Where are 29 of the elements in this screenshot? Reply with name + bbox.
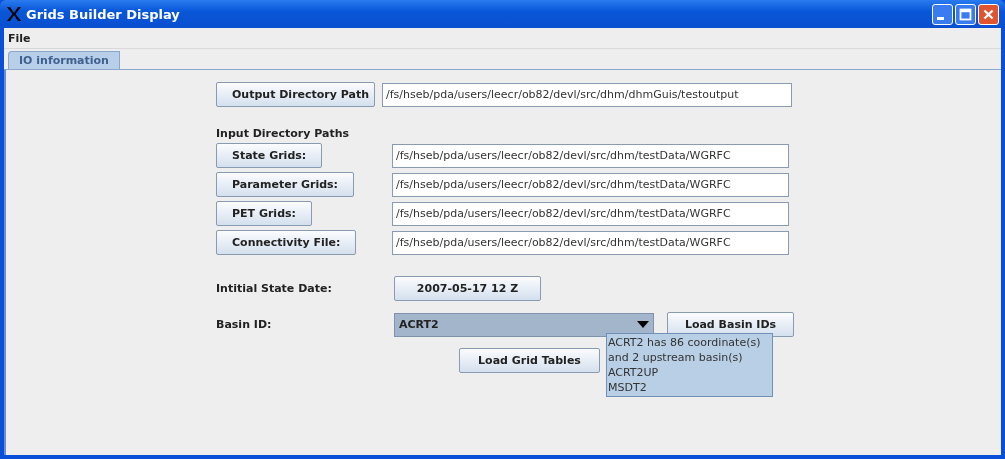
section-heading: Input Directory Paths xyxy=(216,127,351,140)
window-title: Grids Builder Display xyxy=(26,6,181,22)
load-grid-tables-button[interactable]: Load Grid Tables xyxy=(459,348,600,373)
date-button[interactable]: 2007-05-17 12 Z xyxy=(394,276,541,301)
tooltip-line: MSDT2 xyxy=(608,380,648,395)
menu-item[interactable]: File xyxy=(8,31,31,45)
path-field[interactable]: /fs/hseb/pda/users/leecr/ob82/devl/src/dhm/testData/WGRFC xyxy=(392,172,789,197)
grid-path-button[interactable]: Parameter Grids: xyxy=(216,172,354,197)
minimize-button[interactable] xyxy=(932,3,953,25)
basin-dropdown[interactable]: ACRT2 xyxy=(394,312,654,337)
grid-path-button[interactable]: State Grids: xyxy=(216,143,323,168)
close-button[interactable] xyxy=(978,3,999,25)
maximize-button[interactable] xyxy=(955,3,976,25)
tooltip-line: and 2 upstream basin(s) xyxy=(608,350,744,365)
path-field[interactable]: /fs/hseb/pda/users/leecr/ob82/devl/src/dhm/dhmGuis/testoutput xyxy=(382,82,792,107)
field-label: Intitial State Date: xyxy=(216,282,333,295)
path-field[interactable]: /fs/hseb/pda/users/leecr/ob82/devl/src/dhm/testData/WGRFC xyxy=(392,201,789,226)
tooltip-line: ACRT2UP xyxy=(608,365,660,380)
path-field[interactable]: /fs/hseb/pda/users/leecr/ob82/devl/src/dhm/testData/WGRFC xyxy=(392,230,789,255)
dropdown-arrow-icon xyxy=(637,320,649,329)
field-label: Basin ID: xyxy=(216,318,273,331)
x-logo-icon xyxy=(6,6,22,22)
tab[interactable]: IO information xyxy=(8,51,120,69)
grid-path-button[interactable]: Connectivity File: xyxy=(216,230,357,255)
output-directory-button[interactable]: Output Directory Path xyxy=(216,82,375,107)
tooltip-line: ACRT2 has 86 coordinate(s) xyxy=(608,335,762,350)
path-field[interactable]: /fs/hseb/pda/users/leecr/ob82/devl/src/dhm/testData/WGRFC xyxy=(392,143,789,168)
minimize-icon xyxy=(937,16,944,20)
grid-path-button[interactable]: PET Grids: xyxy=(216,201,312,226)
